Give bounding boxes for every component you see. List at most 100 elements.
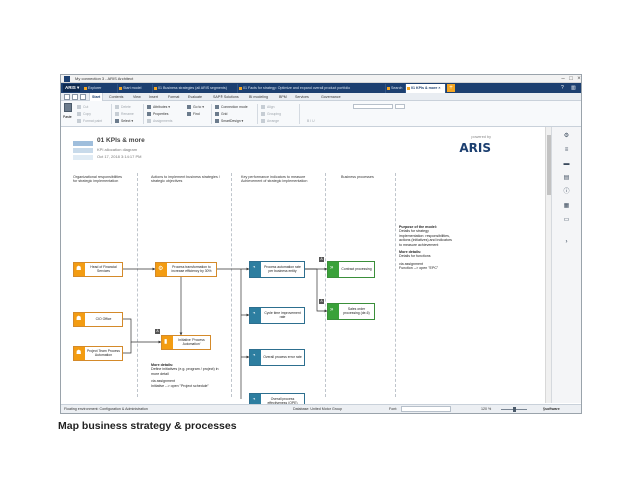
attributes-icon xyxy=(147,105,151,109)
delete-button[interactable]: Delete xyxy=(115,104,131,110)
tab-icon xyxy=(154,87,157,90)
ribbon-tab-governance[interactable]: Governance xyxy=(321,93,341,101)
comment-icon[interactable]: ▬ xyxy=(563,161,570,168)
node-kpi-cycle-time[interactable]: ◔ Cycle time improvement rate xyxy=(249,307,305,324)
redo-icon[interactable] xyxy=(80,94,86,100)
properties-button[interactable]: Properties xyxy=(147,111,168,117)
tab-business-strategies[interactable]: 01 Business strategies (all ARIS segment… xyxy=(153,84,238,93)
info-icon[interactable]: ⓘ xyxy=(563,189,570,196)
slide-caption: Map business strategy & processes xyxy=(58,420,237,432)
grid-button[interactable]: Grid xyxy=(215,111,227,117)
node-contract-processing[interactable]: » Contract processing xyxy=(327,261,375,278)
ribbon-tab-contents[interactable]: Contents xyxy=(109,93,123,101)
gear-icon[interactable]: ⚙ xyxy=(563,133,570,140)
align-button[interactable]: Align xyxy=(261,104,275,110)
add-tab-button[interactable]: + xyxy=(447,84,455,92)
rename-button[interactable]: Rename xyxy=(115,111,134,117)
attributes-button[interactable]: Attributes ▾ xyxy=(147,104,170,110)
node-initiative-process-automation[interactable]: ▮ Initiative 'Process Automation' xyxy=(161,335,211,350)
status-font-field[interactable] xyxy=(401,406,451,412)
font-family-select[interactable] xyxy=(353,104,393,109)
node-head-of-financial-services[interactable]: ☗ Head of Financial Services xyxy=(73,262,123,277)
status-database: Database: United Motor Group xyxy=(293,407,342,411)
node-kpi-error-rate[interactable]: ◔ Overall process error rate xyxy=(249,349,305,366)
smartdesign-icon xyxy=(215,119,219,123)
node-project-team[interactable]: ☗ Project Team Process Automation xyxy=(73,346,123,361)
ribbon-separator xyxy=(257,104,258,124)
grouping-icon xyxy=(261,112,265,116)
save-icon[interactable] xyxy=(64,94,70,100)
rename-icon xyxy=(115,112,119,116)
tab-facts-for-strategy[interactable]: 01 Facts for strategy: Optimize and expa… xyxy=(238,84,386,93)
settings-panel-icon[interactable]: ▭ xyxy=(563,217,570,224)
ribbon-tab-sap-solutions[interactable]: SAP® Solutions xyxy=(213,93,239,101)
help-icon[interactable]: ? xyxy=(561,84,564,92)
zoom-slider-handle[interactable] xyxy=(513,407,516,412)
tab-icon xyxy=(387,87,390,90)
node-cio-office[interactable]: ☗ CIO Office xyxy=(73,312,123,327)
organizational-unit-icon: ☗ xyxy=(74,347,85,360)
arrange-icon xyxy=(261,119,265,123)
find-button[interactable]: Find xyxy=(187,111,200,117)
note-initiative-details: More details: Define initiatives (e.g. p… xyxy=(151,363,219,388)
tab-search[interactable]: Search xyxy=(386,84,406,93)
minimize-button[interactable]: – xyxy=(559,75,567,83)
status-zoom[interactable]: 120 % xyxy=(481,405,491,413)
assignments-icon xyxy=(147,119,151,123)
cut-button[interactable]: Cut xyxy=(77,104,88,110)
connector-kpi-to-sales-order xyxy=(305,268,328,313)
ribbon-tab-services[interactable]: Services xyxy=(295,93,309,101)
chevron-right-icon[interactable]: › xyxy=(563,239,570,246)
kpi-gauge-icon: ◔ xyxy=(250,262,261,277)
ribbon-tab-start[interactable]: Start xyxy=(89,93,104,101)
assignment-icon[interactable]: A xyxy=(155,329,160,334)
ribbon-tab-bi-modeling[interactable]: BI modeling xyxy=(249,93,268,101)
tab-icon xyxy=(119,87,122,90)
node-sales-order-processing[interactable]: » Sales order processing (de-6) xyxy=(327,303,375,320)
format-paint-button[interactable]: Format paint xyxy=(77,118,102,124)
ribbon-tab-insert[interactable]: Insert xyxy=(149,93,158,101)
undo-icon[interactable] xyxy=(72,94,78,100)
ribbon-tab-bpm[interactable]: BPM xyxy=(279,93,287,101)
select-button[interactable]: Select ▾ xyxy=(115,118,133,124)
text-format-buttons[interactable]: B I U xyxy=(301,118,315,124)
table-icon[interactable]: ▦ xyxy=(563,203,570,210)
copy-button[interactable]: Copy xyxy=(77,111,91,117)
list-icon[interactable]: ≡ xyxy=(563,147,570,154)
font-size-select[interactable] xyxy=(395,104,405,109)
ribbon-tab-evaluate[interactable]: Evaluate xyxy=(188,93,202,101)
sidebar-toggle-icon[interactable]: ▥ xyxy=(571,84,576,92)
arrange-button[interactable]: Arrange xyxy=(261,118,279,124)
node-kpi-process-automation-rate[interactable]: ◔ Process automation rate per business e… xyxy=(249,261,305,278)
model-canvas[interactable]: 01 KPIs & more KPI allocation diagram Oc… xyxy=(69,131,545,410)
goto-button[interactable]: Go to ▾ xyxy=(187,104,204,110)
strategy-objective-icon: ⚙ xyxy=(156,263,167,276)
assignment-icon[interactable]: A xyxy=(319,299,324,304)
initiative-icon: ▮ xyxy=(162,336,173,349)
delete-icon xyxy=(115,105,119,109)
tab-explorer[interactable]: Explorer xyxy=(83,84,118,93)
ribbon-tab-format[interactable]: Format xyxy=(168,93,179,101)
connection-mode-button[interactable]: Connection mode xyxy=(215,104,248,110)
node-process-transformation[interactable]: ⚙ Process transformation to increase eff… xyxy=(155,262,217,277)
close-button[interactable]: × xyxy=(575,75,581,83)
clipboard-icon xyxy=(64,103,72,112)
assignment-icon[interactable]: A xyxy=(319,257,324,262)
document-icon[interactable]: ▤ xyxy=(563,175,570,182)
status-environment: Floating environment: Configuration & Ad… xyxy=(64,407,148,411)
goto-icon xyxy=(187,105,191,109)
assignments-button[interactable]: Assignments xyxy=(147,118,172,124)
smartdesign-button[interactable]: SmartDesign ▾ xyxy=(215,118,243,124)
tab-start-model[interactable]: Start model xyxy=(118,84,153,93)
tab-kpis-and-more[interactable]: 01 KPIs & more × xyxy=(406,84,446,93)
ribbon-tab-view[interactable]: View xyxy=(133,93,141,101)
aris-menu-button[interactable]: ARIS ▾ xyxy=(63,84,80,92)
paste-button[interactable]: Paste xyxy=(63,103,73,123)
note-model-purpose: Purpose of the model: Details for strate… xyxy=(399,225,452,271)
organizational-unit-icon: ☗ xyxy=(74,313,85,326)
grouping-button[interactable]: Grouping xyxy=(261,111,281,117)
maximize-button[interactable]: □ xyxy=(567,75,575,83)
connector-lines xyxy=(123,267,328,399)
right-sidebar: ⚙ ≡ ▬ ▤ ⓘ ▦ ▭ › xyxy=(551,127,581,403)
process-chevron-icon: » xyxy=(328,262,339,277)
